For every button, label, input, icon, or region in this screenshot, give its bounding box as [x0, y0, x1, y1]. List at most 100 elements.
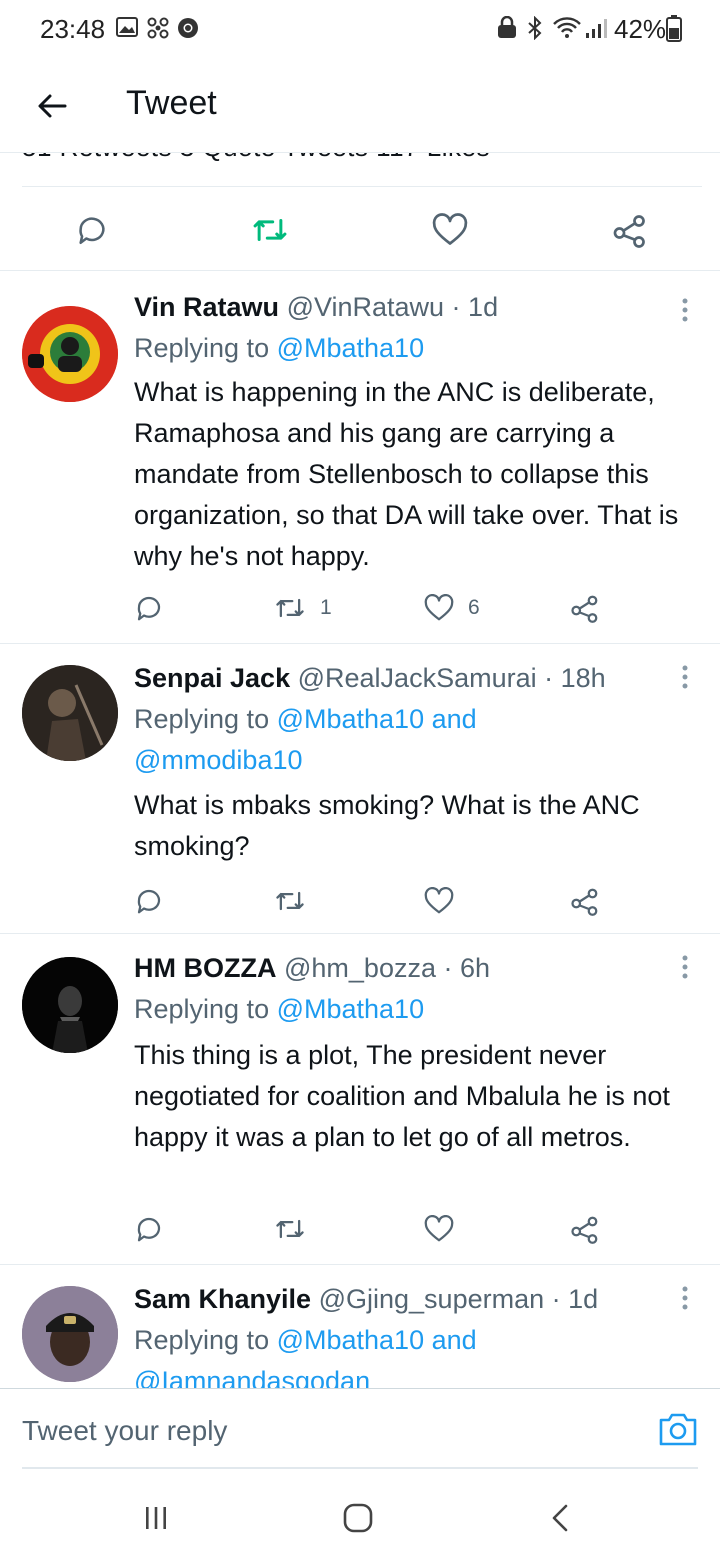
share-icon	[571, 1216, 598, 1244]
reply-header: Vin Ratawu @VinRatawu · 1d	[134, 292, 498, 323]
avatar-image	[22, 306, 118, 402]
tweet-stats[interactable]: 51 Retweets 3 Quote Tweets 117 Likes	[22, 152, 702, 162]
heart-icon	[424, 887, 454, 914]
display-name[interactable]: HM BOZZA	[134, 953, 276, 983]
more-options-button[interactable]	[670, 947, 700, 987]
camera-button[interactable]	[658, 1411, 698, 1451]
reply-icon	[137, 596, 161, 621]
replying-to-label: Replying to	[134, 1325, 277, 1355]
page-title: Tweet	[126, 84, 217, 122]
replying-to-label: Replying to	[134, 333, 277, 363]
heart-icon	[424, 594, 454, 621]
retweet-button[interactable]: 1	[274, 588, 332, 628]
retweet-count: 1	[320, 596, 332, 619]
handle-and-time[interactable]: @VinRatawu · 1d	[287, 292, 499, 322]
share-icon	[613, 215, 645, 248]
share-icon	[571, 888, 598, 916]
avatar[interactable]	[22, 665, 118, 761]
home-icon	[343, 1503, 373, 1533]
battery-icon	[666, 15, 682, 42]
reply-icon	[79, 217, 105, 245]
share-button[interactable]	[608, 208, 652, 252]
tweet-action-bar	[0, 188, 720, 270]
display-name[interactable]: Sam Khanyile	[134, 1284, 311, 1314]
tweet-stats-text: 51 Retweets 3 Quote Tweets 117 Likes	[22, 152, 490, 162]
avatar[interactable]	[22, 1286, 118, 1382]
reply-header: Sam Khanyile @Gjing_superman · 1d	[134, 1284, 598, 1315]
replying-to: Replying to @Mbatha10	[134, 328, 694, 369]
reply-divider	[0, 643, 720, 644]
reply-text: What is mbaks smoking? What is the ANC s…	[134, 790, 640, 861]
like-button[interactable]	[424, 1209, 468, 1249]
wifi-icon	[553, 17, 581, 38]
avatar-image	[22, 1286, 118, 1382]
handle-and-time[interactable]: @Gjing_superman · 1d	[319, 1284, 599, 1314]
retweet-icon	[276, 891, 304, 911]
share-button[interactable]	[570, 881, 600, 921]
recent-apps-button[interactable]	[136, 1498, 176, 1538]
reply-action-bar: 1 6	[134, 588, 654, 628]
share-button[interactable]	[570, 1209, 600, 1249]
more-vertical-icon	[682, 955, 688, 979]
display-name[interactable]: Senpai Jack	[134, 663, 290, 693]
replying-to-label: Replying to	[134, 704, 277, 734]
share-icon	[571, 595, 598, 623]
like-button[interactable]: 6	[424, 588, 480, 628]
share-button[interactable]	[570, 588, 600, 628]
more-options-button[interactable]	[670, 290, 700, 330]
replying-to-mentions[interactable]: @Mbatha10	[277, 333, 425, 363]
reply-button[interactable]	[134, 881, 164, 921]
composer-underline	[22, 1467, 698, 1469]
replying-to-label: Replying to	[134, 994, 277, 1024]
status-time: 23:48	[40, 14, 106, 44]
arrow-left-icon	[38, 94, 67, 118]
reply-input[interactable]	[22, 1415, 622, 1447]
gallery-icon	[116, 17, 138, 37]
top-app-bar: Tweet	[0, 60, 720, 152]
actions-divider	[0, 270, 720, 271]
avatar[interactable]	[22, 957, 118, 1053]
back-nav-button[interactable]	[540, 1498, 580, 1538]
retweet-button[interactable]	[248, 208, 292, 252]
avatar[interactable]	[22, 306, 118, 402]
retweet-button[interactable]	[274, 881, 320, 921]
camera-icon	[659, 1413, 697, 1446]
heart-icon	[424, 1215, 454, 1242]
reply-tweet[interactable]: Sam Khanyile @Gjing_superman · 1d Replyi…	[0, 1264, 720, 1388]
recent-apps-icon	[146, 1507, 166, 1529]
like-button[interactable]	[424, 881, 468, 921]
display-name[interactable]: Vin Ratawu	[134, 292, 279, 322]
reply-action-bar	[134, 881, 654, 921]
replying-to: Replying to @Mbatha10 and @mmodiba10	[134, 699, 564, 781]
reply-button[interactable]	[134, 1209, 164, 1249]
reply-action-bar	[134, 1209, 654, 1249]
header-divider	[0, 152, 720, 153]
more-options-button[interactable]	[670, 1278, 700, 1318]
home-button[interactable]	[338, 1498, 378, 1538]
retweet-button[interactable]	[274, 1209, 320, 1249]
like-button[interactable]	[428, 208, 472, 252]
reply-icon	[137, 889, 161, 914]
reply-header: HM BOZZA @hm_bozza · 6h	[134, 953, 490, 984]
reply-button[interactable]	[70, 208, 114, 252]
reply-icon	[137, 1217, 161, 1242]
reply-text: What is happening in the ANC is delibera…	[134, 377, 679, 571]
replying-to: Replying to @Mbatha10	[134, 989, 694, 1030]
back-button[interactable]	[30, 84, 74, 128]
avatar-image	[22, 665, 118, 761]
more-vertical-icon	[682, 298, 688, 322]
more-options-button[interactable]	[670, 657, 700, 697]
handle-and-time[interactable]: @RealJackSamurai · 18h	[298, 663, 606, 693]
chrome-icon	[178, 18, 198, 38]
lock-icon	[498, 16, 516, 38]
like-count: 6	[468, 596, 480, 619]
replying-to: Replying to @Mbatha10 and @Iamnandasgoda…	[134, 1320, 564, 1388]
avatar-image	[22, 957, 118, 1053]
reply-button[interactable]	[134, 588, 164, 628]
signal-icon	[586, 19, 607, 38]
handle-and-time[interactable]: @hm_bozza · 6h	[284, 953, 490, 983]
bluetooth-icon	[528, 16, 542, 40]
replying-to-mentions[interactable]: @Mbatha10	[277, 994, 425, 1024]
retweet-icon	[276, 598, 304, 618]
fan-icon	[147, 17, 169, 39]
